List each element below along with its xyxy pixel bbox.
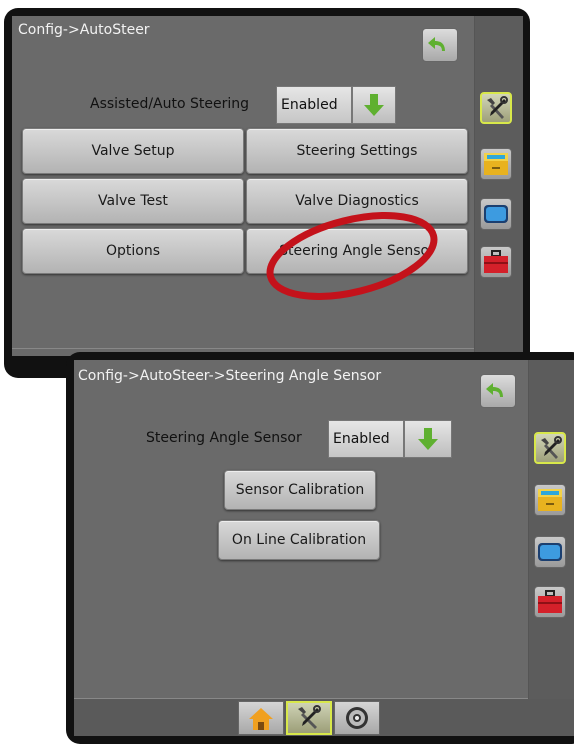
home-tab[interactable] — [238, 701, 284, 735]
bottom-back-button[interactable] — [480, 374, 516, 408]
top-back-button[interactable] — [422, 28, 458, 62]
highlight-oval — [266, 212, 438, 300]
home-icon — [249, 708, 273, 730]
bottom-screen: Config->AutoSteer->Steering Angle Sensor… — [66, 352, 574, 744]
steering-settings-button[interactable]: Steering Settings — [246, 128, 468, 174]
screen-icon — [484, 205, 508, 223]
top-footer-divider — [12, 348, 474, 349]
console-icon — [538, 489, 562, 511]
steering-angle-sensor-value[interactable]: Enabled — [328, 420, 404, 458]
operation-tab[interactable] — [334, 701, 380, 735]
console-icon — [484, 153, 508, 175]
bottom-rail-console-button[interactable] — [534, 484, 566, 516]
top-rail-console-button[interactable] — [480, 148, 512, 180]
top-breadcrumb: Config->AutoSteer — [18, 22, 150, 38]
back-arrow-icon — [428, 37, 445, 51]
valve-test-button[interactable]: Valve Test — [22, 178, 244, 224]
bottom-side-rail — [528, 360, 574, 700]
top-screen: Config->AutoSteer Assisted/Auto Steering… — [4, 8, 530, 378]
top-rail-screen-button[interactable] — [480, 198, 512, 230]
down-arrow-icon — [364, 94, 384, 116]
steering-angle-sensor-label: Steering Angle Sensor — [146, 430, 302, 446]
down-arrow-icon — [418, 428, 438, 450]
bottom-rail-tools-button[interactable] — [534, 432, 566, 464]
assisted-steering-label: Assisted/Auto Steering — [90, 96, 250, 112]
screen-icon — [538, 543, 562, 561]
options-button[interactable]: Options — [22, 228, 244, 274]
online-calibration-button[interactable]: On Line Calibration — [218, 520, 380, 560]
valve-setup-button[interactable]: Valve Setup — [22, 128, 244, 174]
top-rail-tools-button[interactable] — [480, 92, 512, 124]
toolbox-icon — [484, 250, 508, 273]
top-rail-toolbox-button[interactable] — [480, 246, 512, 278]
sensor-calibration-button[interactable]: Sensor Calibration — [224, 470, 376, 510]
tools-icon — [541, 436, 562, 459]
steering-angle-sensor-dropdown-button[interactable] — [404, 420, 452, 458]
top-side-rail — [474, 16, 523, 356]
assisted-steering-dropdown-button[interactable] — [352, 86, 396, 124]
tools-icon — [487, 96, 508, 119]
bottom-breadcrumb: Config->AutoSteer->Steering Angle Sensor — [78, 368, 382, 384]
tools-icon — [298, 705, 321, 729]
back-arrow-icon — [486, 383, 503, 397]
bottom-rail-screen-button[interactable] — [534, 536, 566, 568]
config-tab[interactable] — [286, 701, 332, 735]
gauge-icon — [346, 707, 368, 729]
bottom-rail-toolbox-button[interactable] — [534, 586, 566, 618]
bottom-tab-bar — [74, 699, 574, 736]
assisted-steering-value[interactable]: Enabled — [276, 86, 352, 124]
toolbox-icon — [538, 590, 562, 613]
